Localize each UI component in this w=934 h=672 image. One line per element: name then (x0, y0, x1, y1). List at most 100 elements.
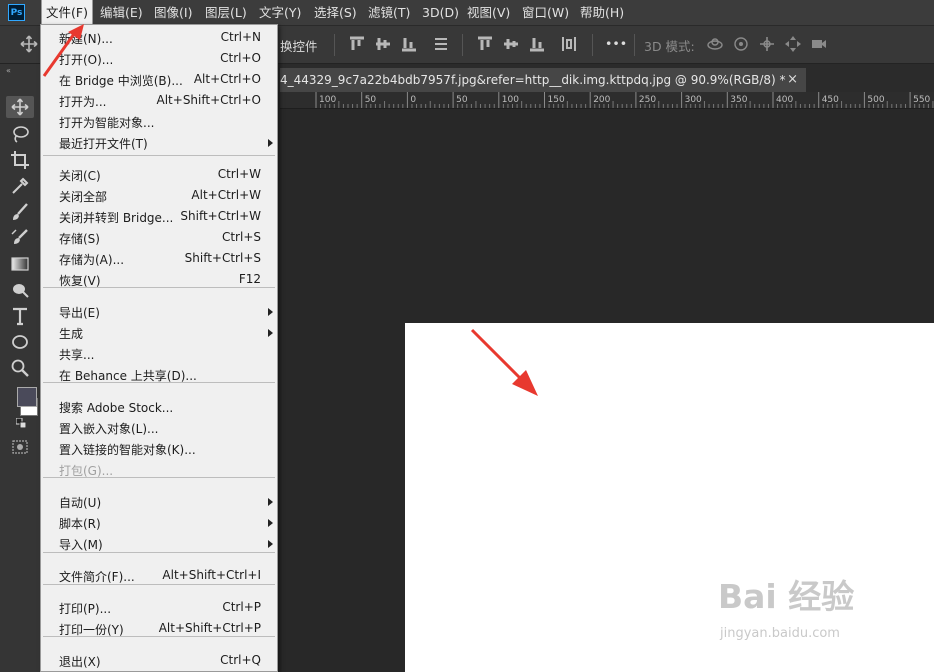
file-menu-item-label: 共享... (59, 348, 95, 362)
file-menu-item-label: 导出(E) (59, 306, 100, 320)
file-menu-dropdown: 新建(N)... Ctrl+N 打开(O)... Ctrl+O 在 Bridge 中浏览… (40, 24, 278, 672)
menu-type[interactable]: 文字(Y) (259, 0, 301, 25)
3d-slide-icon[interactable] (784, 35, 802, 53)
move-tool-icon[interactable] (10, 97, 30, 117)
lasso-tool-icon[interactable] (10, 124, 30, 144)
gradient-tool-icon[interactable] (10, 254, 30, 274)
file-menu-item[interactable]: 关闭(C) Ctrl+W (41, 164, 279, 185)
submenu-arrow-icon (268, 540, 273, 548)
menu-view[interactable]: 视图(V) (467, 0, 510, 25)
3d-mode-label: 3D 模式: (644, 39, 695, 54)
file-menu-item[interactable]: 打开为智能对象... (41, 111, 279, 132)
zoom-tool-icon[interactable] (10, 358, 30, 378)
ruler-label: 200 (593, 95, 610, 105)
file-menu-item[interactable]: 自动(U) (41, 491, 279, 512)
file-menu-item-label: 打开为智能对象... (59, 116, 155, 130)
menu-image[interactable]: 图像(I) (154, 0, 192, 25)
file-menu-item-label: 关闭并转到 Bridge... (59, 211, 174, 225)
file-menu-item[interactable]: 脚本(R) (41, 512, 279, 533)
menu-select[interactable]: 选择(S) (314, 0, 357, 25)
align-left-icon[interactable] (432, 35, 450, 53)
brush-tool-icon[interactable] (10, 202, 30, 222)
file-menu-item[interactable]: 导入(M) (41, 533, 279, 554)
ruler-label: 550 (913, 95, 930, 105)
ruler-label: 50 (456, 95, 468, 105)
file-menu-item-label: 生成 (59, 327, 84, 341)
document-tab-title: 4_44329_9c7a22b4bdb7957f.jpg&refer=http_… (280, 73, 786, 87)
file-menu-item-label: 打开为... (59, 95, 107, 109)
file-menu-item[interactable]: 生成 (41, 322, 279, 343)
separator (592, 34, 593, 56)
file-menu-item[interactable]: 关闭全部 Alt+Ctrl+W (41, 185, 279, 206)
menu-edit[interactable]: 编辑(E) (100, 0, 143, 25)
file-menu-item[interactable]: 退出(X) Ctrl+Q (41, 650, 279, 671)
3d-camera-icon[interactable] (810, 35, 828, 53)
file-menu-item-label: 搜索 Adobe Stock... (59, 401, 174, 415)
close-tab-icon[interactable]: × (787, 68, 798, 92)
ruler-label: 0 (410, 95, 416, 105)
file-menu-item[interactable]: 最近打开文件(T) (41, 132, 279, 153)
3d-orbit-icon[interactable] (706, 35, 724, 53)
ruler-label: 300 (685, 95, 702, 105)
file-menu-item[interactable]: 置入链接的智能对象(K)... (41, 438, 279, 459)
file-menu-item-shortcut: Ctrl+O (220, 51, 261, 65)
align-vertical-center-icon[interactable] (374, 35, 392, 53)
separator (634, 34, 635, 56)
menu-help[interactable]: 帮助(H) (580, 0, 624, 25)
distribute-bottom-icon[interactable] (528, 35, 546, 53)
file-menu-item[interactable]: 存储为(A)... Shift+Ctrl+S (41, 248, 279, 269)
eyedropper-tool-icon[interactable] (10, 176, 30, 196)
file-menu-item-label: 最近打开文件(T) (59, 137, 148, 151)
menu-separator (43, 552, 275, 553)
file-menu-item[interactable]: 打开为... Alt+Shift+Ctrl+O (41, 90, 279, 111)
distribute-top-icon[interactable] (476, 35, 494, 53)
file-menu-item[interactable]: 文件简介(F)... Alt+Shift+Ctrl+I (41, 565, 279, 586)
3d-drag-icon[interactable] (758, 35, 776, 53)
document-tab[interactable]: 4_44329_9c7a22b4bdb7957f.jpg&refer=http_… (280, 68, 806, 92)
file-menu-item[interactable]: 打印(P)... Ctrl+P (41, 597, 279, 618)
ellipse-tool-icon[interactable] (10, 332, 30, 352)
file-menu-item-label: 置入嵌入对象(L)... (59, 422, 159, 436)
file-menu-item[interactable]: 关闭并转到 Bridge... Shift+Ctrl+W (41, 206, 279, 227)
file-menu-item[interactable]: 导出(E) (41, 301, 279, 322)
ruler-label: 500 (867, 95, 884, 105)
dodge-tool-icon[interactable] (10, 280, 30, 300)
default-colors-icon[interactable] (16, 418, 26, 428)
file-menu-item-label: 存储(S) (59, 232, 100, 246)
quick-mask-icon[interactable] (12, 440, 28, 454)
file-menu-item[interactable]: 存储(S) Ctrl+S (41, 227, 279, 248)
horizontal-ruler: 100 50 0 50 100 150 200 250 300 350 400 450 500 550 (280, 92, 934, 109)
menu-separator (43, 636, 275, 637)
crop-tool-icon[interactable] (10, 150, 30, 170)
move-tool-icon[interactable] (20, 35, 38, 53)
file-menu-item-shortcut: Ctrl+Q (220, 653, 261, 667)
photoshop-logo: Ps (8, 4, 25, 21)
tools-panel: « (0, 64, 41, 672)
distribute-center-icon[interactable] (502, 35, 520, 53)
more-options-button[interactable]: ••• (605, 36, 627, 51)
align-bottom-icon[interactable] (400, 35, 418, 53)
menu-filter[interactable]: 滤镜(T) (368, 0, 410, 25)
file-menu-item-shortcut: Alt+Ctrl+O (193, 72, 261, 86)
file-menu-item[interactable]: 共享... (41, 343, 279, 364)
menu-window[interactable]: 窗口(W) (522, 0, 569, 25)
ruler-label: 250 (639, 95, 656, 105)
3d-roll-icon[interactable] (732, 35, 750, 53)
file-menu-item-shortcut: Ctrl+P (222, 600, 261, 614)
align-top-icon[interactable] (348, 35, 366, 53)
type-tool-icon[interactable] (10, 306, 30, 326)
watermark-text: Bai 经验 (718, 577, 855, 616)
transform-controls-label[interactable]: 换控件 (280, 36, 318, 55)
file-menu-item[interactable]: 置入嵌入对象(L)... (41, 417, 279, 438)
menu-layer[interactable]: 图层(L) (205, 0, 247, 25)
file-menu-item-label: 文件简介(F)... (59, 570, 135, 584)
menu-3d[interactable]: 3D(D) (422, 0, 459, 25)
foreground-color-swatch[interactable] (17, 387, 37, 407)
file-menu-item-label: 关闭全部 (59, 190, 108, 204)
file-menu-item-shortcut: Ctrl+S (221, 230, 261, 244)
clone-stamp-tool-icon[interactable] (10, 228, 30, 248)
distribute-horizontal-icon[interactable] (560, 35, 578, 53)
menu-file[interactable]: 文件(F) (41, 0, 93, 26)
collapse-panel-icon[interactable]: « (6, 66, 11, 75)
file-menu-item[interactable]: 搜索 Adobe Stock... (41, 396, 279, 417)
